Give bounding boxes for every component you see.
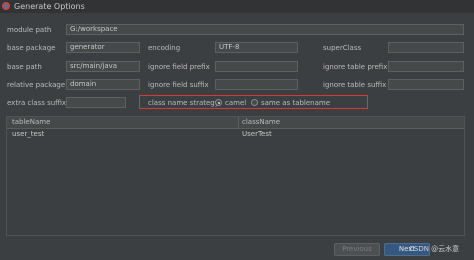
superclass-input[interactable] xyxy=(388,42,464,53)
table-header: tableName className xyxy=(7,117,464,129)
camel-radio-label[interactable]: camel xyxy=(225,98,246,108)
relative-package-input[interactable]: domain xyxy=(66,79,140,90)
app-icon xyxy=(2,2,10,10)
table-cell-classname[interactable]: UserTest xyxy=(242,130,272,139)
ignore-field-prefix-input[interactable] xyxy=(215,61,298,72)
previous-button[interactable]: Previous xyxy=(334,243,380,256)
encoding-label: encoding xyxy=(148,44,181,52)
class-name-strategy-label: class name strategy xyxy=(148,99,219,107)
camel-radio[interactable] xyxy=(215,99,222,106)
ignore-table-suffix-input[interactable] xyxy=(388,79,464,90)
table-mapping: tableName className user_test UserTest xyxy=(6,116,465,236)
column-header-classname[interactable]: className xyxy=(242,118,280,127)
module-path-input[interactable]: G:/workspace xyxy=(66,24,464,35)
table-row[interactable]: user_test UserTest xyxy=(7,129,464,140)
ignore-table-prefix-input[interactable] xyxy=(388,61,464,72)
same-as-tablename-radio[interactable] xyxy=(251,99,258,106)
title-bar: Generate Options xyxy=(0,0,474,13)
ignore-table-suffix-label: ignore table suffix xyxy=(323,81,387,89)
base-package-label: base package xyxy=(7,44,56,52)
window-title: Generate Options xyxy=(14,2,85,11)
base-path-label: base path xyxy=(7,63,42,71)
superclass-label: superClass xyxy=(323,44,362,52)
ignore-field-suffix-label: ignore field suffix xyxy=(148,81,209,89)
base-package-input[interactable]: generator xyxy=(66,42,140,53)
extra-class-suffix-label: extra class suffix xyxy=(7,99,67,107)
same-as-tablename-radio-label[interactable]: same as tablename xyxy=(261,98,330,108)
watermark-text: CSDN @云水意 xyxy=(409,245,460,253)
module-path-label: module path xyxy=(7,26,52,34)
column-header-tablename[interactable]: tableName xyxy=(12,118,50,127)
encoding-input[interactable]: UTF-8 xyxy=(215,42,298,53)
ignore-table-prefix-label: ignore table prefix xyxy=(323,63,388,71)
base-path-input[interactable]: src/main/java xyxy=(66,61,140,72)
table-cell-tablename: user_test xyxy=(12,130,45,138)
column-divider xyxy=(238,117,239,128)
relative-package-label: relative package xyxy=(7,81,66,89)
ignore-field-prefix-label: ignore field prefix xyxy=(148,63,210,71)
extra-class-suffix-input[interactable] xyxy=(66,97,126,108)
ignore-field-suffix-input[interactable] xyxy=(215,79,298,90)
